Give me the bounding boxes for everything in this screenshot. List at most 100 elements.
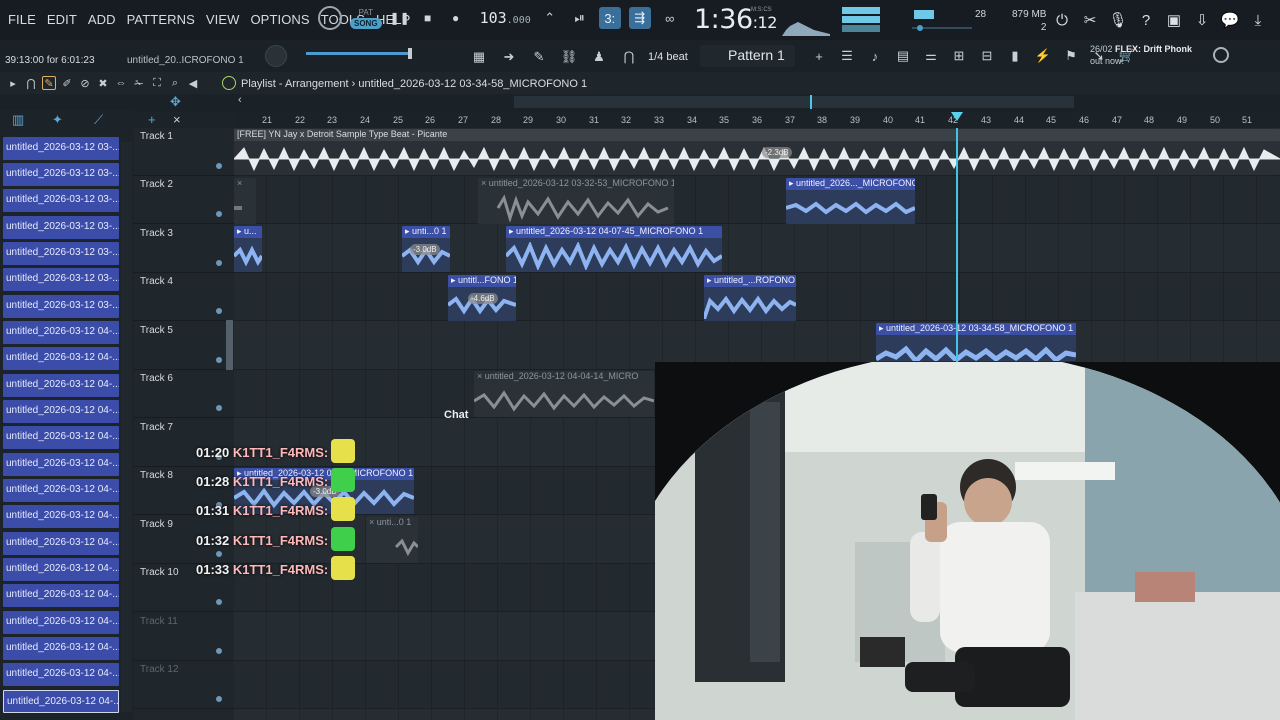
globe-icon[interactable] <box>1213 47 1229 63</box>
help-icon[interactable]: ? <box>1136 10 1156 30</box>
microphone-icon[interactable]: 🎙 <box>1108 10 1128 30</box>
browser-item[interactable]: untitled_2026-03-12 04-... <box>3 479 119 502</box>
add-track-icon[interactable]: + <box>148 112 156 127</box>
tempo-display[interactable]: 103.000 <box>480 9 531 27</box>
slip-tool-icon[interactable]: ⇔ <box>114 76 128 90</box>
countdown-icon[interactable]: 3: <box>598 7 621 29</box>
browser-item[interactable]: untitled_2026-03-12 03-... <box>3 163 119 186</box>
plugin-picker-icon[interactable]: ⊟ <box>976 46 998 66</box>
audio-clip-muted[interactable]: × unti...0 1 <box>366 517 418 563</box>
stamp-icon[interactable]: ♟ <box>588 46 610 68</box>
save-icon[interactable]: ▣ <box>1164 10 1184 30</box>
menu-view[interactable]: VIEW <box>206 12 240 27</box>
piano-roll-window-icon[interactable]: ♪ <box>864 46 886 66</box>
close-track-icon[interactable]: × <box>173 112 181 127</box>
browser-item[interactable]: untitled_2026-03-12 04-... <box>3 453 119 476</box>
zoom-arrows-icon[interactable]: ✥ <box>170 94 181 110</box>
arrow-icon[interactable]: ▸ <box>6 76 20 90</box>
playlist-overview[interactable] <box>0 94 1280 112</box>
audio-clip[interactable]: ▸ untitl...FONO 1 -4.6dB <box>448 275 516 321</box>
menu-file[interactable]: FILE <box>8 12 36 27</box>
playback-tool-icon[interactable]: ◀ <box>186 76 200 90</box>
track-led[interactable] <box>216 357 222 363</box>
menu-edit[interactable]: EDIT <box>47 12 77 27</box>
browser-item[interactable]: untitled_2026-03-12 04-... <box>3 532 119 555</box>
loop-record-icon[interactable]: ∞ <box>659 7 681 29</box>
news-panel[interactable]: 26/02 FLEX: Drift Phonk out now! <box>1090 43 1192 67</box>
audio-clip[interactable]: ▸ untitled_2026-03-12 04-07-45_MICROFONO… <box>506 226 722 272</box>
wait-for-input-icon[interactable]: ⏯ <box>569 7 591 29</box>
browser-item[interactable]: untitled_2026-03-12 03-... <box>3 242 119 265</box>
mute-tool-icon[interactable]: ✖ <box>96 76 110 90</box>
file-icon[interactable]: ▮ <box>1004 46 1026 66</box>
browser-item[interactable]: untitled_2026-03-12 04-... <box>3 426 119 449</box>
browser-item[interactable]: untitled_2026-03-12 04-... <box>3 505 119 528</box>
browser-item[interactable]: untitled_2026-03-12 04-... <box>3 321 119 344</box>
menu-options[interactable]: OPTIONS <box>250 12 309 27</box>
overview-window[interactable] <box>514 96 1074 108</box>
step-edit-icon[interactable]: ⇶ <box>628 7 651 29</box>
browser-icon[interactable]: ⊞ <box>948 46 970 66</box>
track-lane[interactable] <box>234 225 1280 273</box>
browser-mode-icon[interactable]: ▥ <box>12 112 24 128</box>
track-header[interactable]: Track 6 <box>134 370 234 418</box>
magnet-tool-icon[interactable]: ⋂ <box>24 76 38 90</box>
marketplace-icon[interactable]: ⚑ <box>1060 46 1082 66</box>
browser-item[interactable]: untitled_2026-03-12 03-... <box>3 268 119 291</box>
mixer-icon[interactable]: ⚌ <box>920 46 942 66</box>
track-led[interactable] <box>216 308 222 314</box>
track-header[interactable]: Track 1 <box>134 128 234 176</box>
browser-item[interactable]: untitled_2026-03-12 04-... <box>3 637 119 660</box>
track-header[interactable]: Track 2 <box>134 176 234 224</box>
browser-item[interactable]: untitled_2026-03-12 03-... <box>3 137 119 160</box>
stop-icon[interactable]: ■ <box>418 8 438 28</box>
browser-item[interactable]: untitled_2026-03-12 03-... <box>3 216 119 239</box>
menu-patterns[interactable]: PATTERNS <box>127 12 195 27</box>
audio-clip-muted[interactable]: × untitled_2026-03-12 03-32-53_MICROFONO… <box>478 178 674 224</box>
browser-item[interactable]: untitled_2026-03-12 04-... <box>3 558 119 581</box>
draw-tool-icon[interactable]: ✎ <box>528 46 550 68</box>
browser-item[interactable]: untitled_2026-03-12 03-... <box>3 295 119 318</box>
track-led[interactable] <box>216 405 222 411</box>
add-pattern-icon[interactable]: + <box>808 46 830 66</box>
menu-add[interactable]: ADD <box>88 12 116 27</box>
arrow-right-icon[interactable]: ➜ <box>498 46 520 68</box>
track-led[interactable] <box>216 696 222 702</box>
scroll-left-icon[interactable]: ‹ <box>238 94 242 106</box>
audio-clip[interactable]: ▸ unti...0 1 -3.0dB <box>402 226 450 272</box>
power-icon[interactable]: ⏻ <box>1052 10 1072 30</box>
delete-tool-icon[interactable]: ⊘ <box>78 76 92 90</box>
pencil-tool-icon[interactable]: ✎ <box>42 76 56 90</box>
piano-roll-icon[interactable]: ▦ <box>468 46 490 68</box>
chat-icon[interactable]: 💬 <box>1220 10 1240 30</box>
pause-icon[interactable]: ❚❚ <box>390 8 410 28</box>
track-led[interactable] <box>216 163 222 169</box>
audio-clip-muted[interactable]: × untitled_2026-03-12 04-04-14_MICRO <box>474 371 654 417</box>
browser-item[interactable]: untitled_2026-03-12 04-... <box>3 347 119 370</box>
zoom-tool-icon[interactable]: ⌕ <box>168 76 182 90</box>
recording-filter-icon[interactable] <box>318 6 342 30</box>
browser-item[interactable]: untitled_2026-03-12 04-... <box>3 584 119 607</box>
pattern-selector[interactable]: Pattern 1 <box>700 45 795 67</box>
audio-clip[interactable]: [FREE] YN Jay x Detroit Sample Type Beat… <box>234 129 1280 175</box>
audio-clip[interactable]: ▸ u... <box>234 226 262 272</box>
record-icon[interactable]: ● <box>446 8 466 28</box>
playlist-play-icon[interactable] <box>222 76 236 90</box>
playhead-marker[interactable] <box>951 112 963 121</box>
select-tool-icon[interactable]: ⛶ <box>150 76 164 90</box>
audio-clip[interactable]: ▸ untitled_2026..._MICROFONO 1 <box>786 178 915 224</box>
track-led[interactable] <box>216 260 222 266</box>
master-volume-slider[interactable] <box>306 48 412 59</box>
browser-scrollbar[interactable] <box>121 142 132 712</box>
tools-icon[interactable]: ✂ <box>1080 10 1100 30</box>
track-header[interactable]: Track 4 <box>134 273 234 321</box>
metronome-icon[interactable]: ⌃ <box>539 7 561 29</box>
track-header[interactable]: Track 3 <box>134 225 234 273</box>
browser-item[interactable]: untitled_2026-03-12 04-... <box>3 663 119 686</box>
audio-clip[interactable]: ▸ untitled_...ROFONO 1 <box>704 275 796 321</box>
channel-rack-icon[interactable]: ▤ <box>892 46 914 66</box>
browser-item[interactable]: untitled_2026-03-12 04-... <box>3 374 119 397</box>
playlist-icon[interactable]: ☰ <box>836 46 858 66</box>
audio-clip[interactable]: ▸ untitled_2026-03-12 03-34-58_MICROFONO… <box>876 323 1076 361</box>
browser-item[interactable]: untitled_2026-03-12 03-... <box>3 189 119 212</box>
